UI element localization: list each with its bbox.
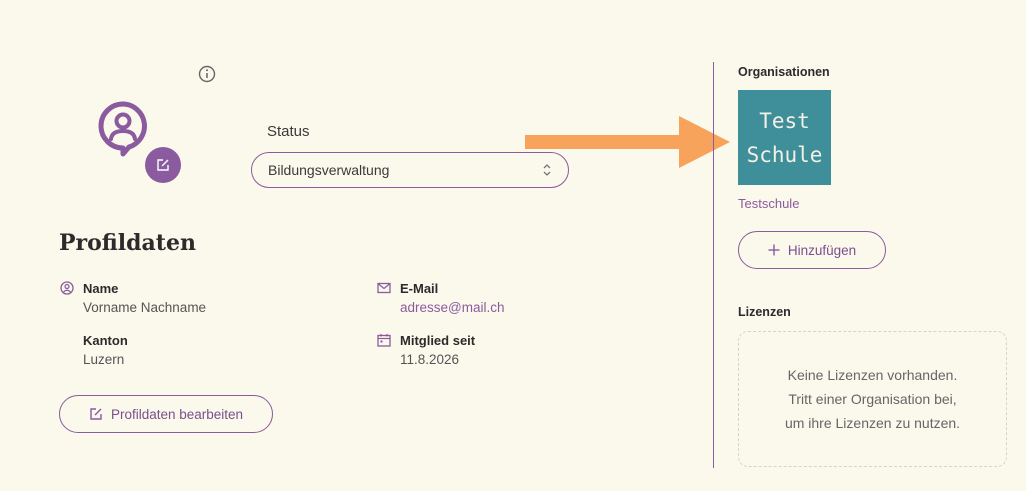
column-divider <box>713 62 714 468</box>
email-label: E-Mail <box>400 281 439 296</box>
page-title: Profildaten <box>59 230 196 256</box>
name-value: Vorname Nachname <box>83 300 207 315</box>
person-icon <box>60 281 74 300</box>
add-organisation-button-label: Hinzufügen <box>787 242 857 258</box>
logo-text-line1: Test <box>759 108 810 133</box>
kanton-value: Luzern <box>83 352 125 367</box>
logo-text-line2: Schule <box>746 142 823 167</box>
licenses-empty-line3: um ihre Lizenzen zu nutzen. <box>784 415 961 431</box>
plus-icon <box>768 244 780 256</box>
licenses-empty-state: Keine Lizenzen vorhanden. Tritt einer Or… <box>738 331 1007 467</box>
edit-icon <box>157 159 169 171</box>
licenses-empty-line2: Tritt einer Organisation bei, <box>788 391 957 407</box>
mail-icon <box>377 281 391 300</box>
organisation-logo[interactable]: Test Schule <box>738 90 831 185</box>
info-icon[interactable] <box>198 65 216 83</box>
licenses-heading: Lizenzen <box>738 305 791 319</box>
edit-avatar-button[interactable] <box>145 147 181 183</box>
kanton-label: Kanton <box>83 333 128 348</box>
name-label: Name <box>83 281 119 296</box>
avatar-icon <box>98 101 148 157</box>
status-select-value: Bildungsverwaltung <box>268 162 390 178</box>
member-since-value: 11.8.2026 <box>400 352 460 367</box>
arrow-annotation <box>525 116 730 168</box>
licenses-empty-line1: Keine Lizenzen vorhanden. <box>787 367 958 383</box>
member-since-label: Mitglied seit <box>400 333 476 348</box>
calendar-icon <box>377 333 391 352</box>
add-organisation-button[interactable]: Hinzufügen <box>738 231 886 269</box>
organisations-heading: Organisationen <box>738 65 830 79</box>
edit-icon <box>90 408 102 420</box>
edit-profile-button-label: Profildaten bearbeiten <box>110 406 244 422</box>
status-label: Status <box>267 123 310 140</box>
edit-profile-button[interactable]: Profildaten bearbeiten <box>59 395 273 433</box>
email-value[interactable]: adresse@mail.ch <box>400 300 505 315</box>
status-select[interactable]: Bildungsverwaltung <box>251 152 569 188</box>
organisation-name-link[interactable]: Testschule <box>738 196 799 211</box>
